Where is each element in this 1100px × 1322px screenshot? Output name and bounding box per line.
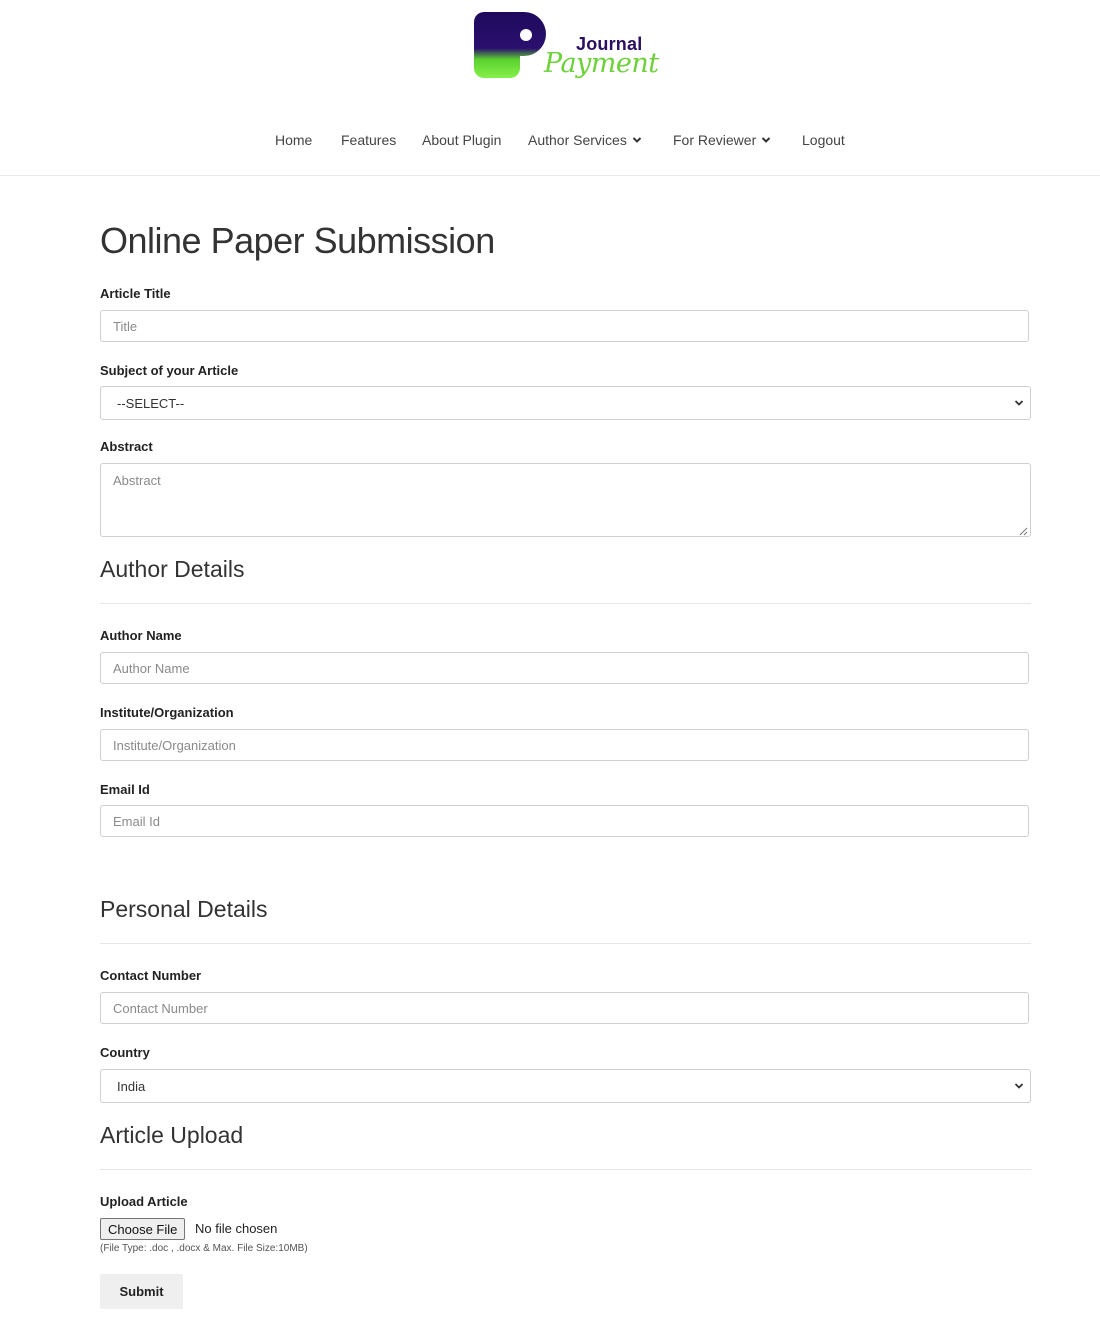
page-title: Online Paper Submission (100, 220, 495, 261)
email-label: Email Id (100, 782, 150, 797)
contact-number-input[interactable] (100, 992, 1029, 1024)
chevron-down-icon[interactable] (761, 135, 771, 145)
country-label: Country (100, 1045, 150, 1060)
site-header: Journal Payment Home Features About Plug… (0, 0, 1100, 176)
subject-select[interactable]: --SELECT-- (100, 386, 1031, 420)
submit-button[interactable]: Submit (100, 1274, 183, 1309)
personal-details-heading: Personal Details (100, 896, 268, 922)
file-type-hint: (File Type: .doc , .docx & Max. File Siz… (100, 1243, 308, 1254)
institute-label: Institute/Organization (100, 705, 234, 720)
article-upload-heading: Article Upload (100, 1122, 244, 1148)
chevron-down-icon (1014, 400, 1024, 406)
article-title-input[interactable] (100, 310, 1029, 342)
country-select-value: India (117, 1078, 146, 1094)
author-name-label: Author Name (100, 628, 182, 643)
section-divider (100, 1169, 1031, 1170)
section-divider (100, 603, 1031, 604)
upload-article-label: Upload Article (100, 1194, 188, 1209)
main-nav: Home Features About Plugin Author Servic… (0, 132, 1100, 152)
chevron-down-icon[interactable] (632, 135, 642, 145)
country-select[interactable]: India (100, 1069, 1031, 1103)
nav-features[interactable]: Features (341, 132, 396, 148)
institute-input[interactable] (100, 729, 1029, 761)
section-divider (100, 943, 1031, 944)
logo-text-payment: Payment (544, 48, 659, 79)
email-input[interactable] (100, 805, 1029, 837)
resize-grip-icon[interactable] (1019, 527, 1028, 536)
article-title-label: Article Title (100, 286, 171, 301)
nav-logout[interactable]: Logout (802, 132, 845, 148)
contact-number-label: Contact Number (100, 968, 202, 983)
journal-payment-logo-icon (474, 12, 546, 78)
abstract-textarea[interactable] (100, 463, 1031, 537)
nav-home[interactable]: Home (275, 132, 312, 148)
subject-label: Subject of your Article (100, 363, 239, 378)
nav-for-reviewer[interactable]: For Reviewer (673, 132, 756, 148)
chevron-down-icon (1014, 1083, 1024, 1089)
file-status: No file chosen (195, 1221, 278, 1236)
logo[interactable]: Journal Payment (474, 12, 659, 86)
subject-select-value: --SELECT-- (117, 395, 185, 411)
author-name-input[interactable] (100, 652, 1029, 684)
choose-file-button[interactable]: Choose File (100, 1218, 186, 1240)
nav-author-services[interactable]: Author Services (528, 132, 627, 148)
author-details-heading: Author Details (100, 556, 245, 582)
nav-about-plugin[interactable]: About Plugin (422, 132, 501, 148)
abstract-label: Abstract (100, 439, 153, 454)
